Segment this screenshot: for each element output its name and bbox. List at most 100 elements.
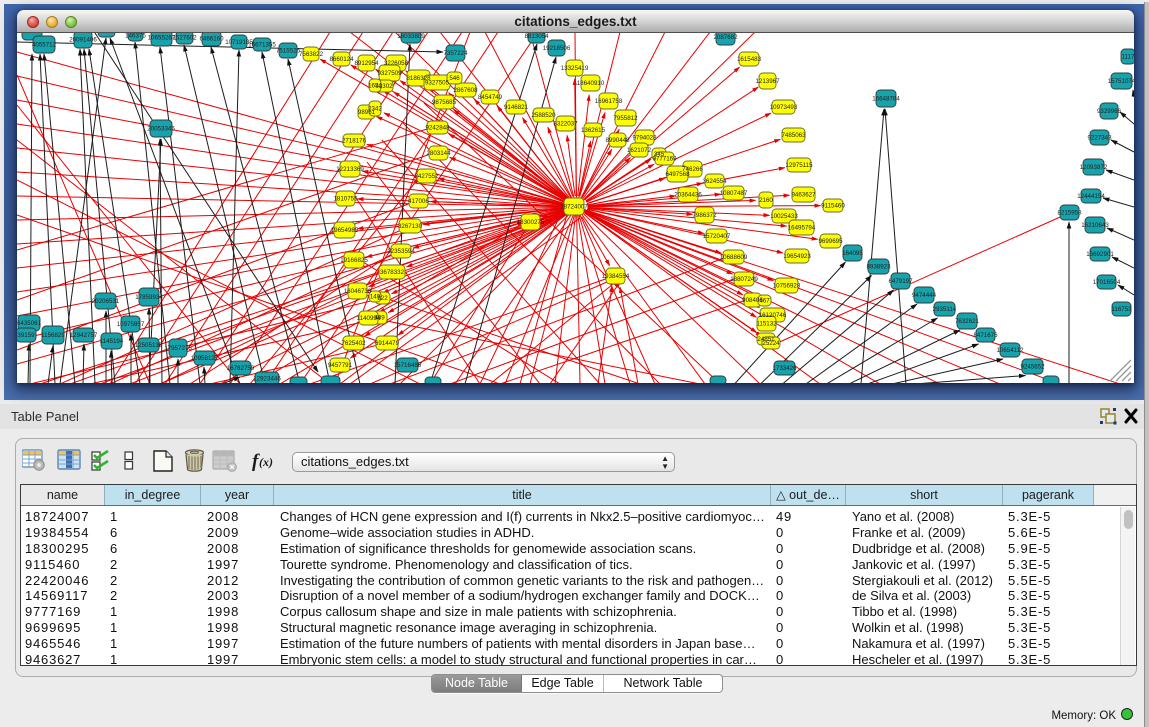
- svg-text:19218506: 19218506: [543, 45, 571, 52]
- svg-text:10756928: 10756928: [773, 283, 801, 290]
- svg-text:25224: 25224: [762, 340, 780, 347]
- svg-text:6914479: 6914479: [375, 340, 400, 347]
- svg-text:19384554: 19384554: [602, 273, 630, 280]
- svg-text:16495794: 16495794: [788, 225, 816, 232]
- svg-text:7515526: 7515526: [276, 48, 301, 55]
- svg-text:9463627: 9463627: [791, 192, 816, 199]
- svg-text:8471676: 8471676: [973, 332, 998, 339]
- svg-text:16120746: 16120746: [759, 312, 787, 319]
- svg-text:7563822: 7563822: [299, 51, 324, 58]
- svg-text:1621072: 1621072: [627, 147, 652, 154]
- svg-text:2867608: 2867608: [453, 87, 478, 94]
- svg-text:1733426: 1733426: [772, 365, 797, 372]
- svg-text:17016504: 17016504: [1093, 279, 1121, 286]
- svg-text:13325419: 13325419: [561, 65, 589, 72]
- svg-text:1654: 1654: [368, 83, 382, 90]
- svg-text:115132: 115132: [756, 321, 777, 328]
- svg-text:9777169: 9777169: [652, 156, 677, 163]
- svg-text:9245652: 9245652: [1020, 364, 1045, 371]
- svg-text:164095: 164095: [842, 250, 863, 257]
- svg-text:12975115: 12975115: [785, 162, 813, 169]
- svg-text:3226058: 3226058: [384, 60, 409, 67]
- svg-text:16033809: 16033809: [397, 33, 425, 40]
- svg-text:8454749: 8454749: [478, 94, 503, 101]
- svg-text:19654985: 19654985: [331, 227, 359, 234]
- svg-text:8427552: 8427552: [414, 173, 439, 180]
- svg-text:10958127: 10958127: [191, 355, 219, 362]
- svg-text:9457791: 9457791: [328, 362, 353, 369]
- svg-text:17859934: 17859934: [135, 294, 163, 301]
- svg-text:16961758: 16961758: [595, 98, 623, 105]
- svg-text:149: 149: [370, 294, 381, 301]
- svg-text:8215958: 8215958: [1057, 210, 1082, 217]
- svg-text:9115460: 9115460: [821, 203, 845, 210]
- svg-text:7485063: 7485063: [781, 132, 806, 139]
- svg-text:7632621: 7632621: [955, 318, 980, 325]
- svg-text:20053346: 20053346: [147, 126, 175, 133]
- svg-text:10025433: 10025433: [770, 213, 798, 220]
- svg-text:6466160: 6466160: [199, 36, 224, 43]
- svg-text:19654923: 19654923: [783, 253, 811, 260]
- svg-text:9699695: 9699695: [818, 238, 843, 245]
- svg-text:6497568: 6497568: [665, 171, 690, 178]
- svg-text:2087682: 2087682: [713, 34, 738, 41]
- svg-text:9329966: 9329966: [1097, 108, 1122, 115]
- svg-text:15716485: 15716485: [394, 362, 422, 369]
- svg-text:9875685: 9875685: [432, 99, 457, 106]
- svg-text:8912954: 8912954: [354, 60, 379, 67]
- svg-text:1362615: 1362615: [581, 127, 606, 134]
- svg-text:9327509: 9327509: [377, 70, 402, 77]
- svg-text:8990448: 8990448: [605, 137, 630, 144]
- svg-text:18807249: 18807249: [730, 276, 758, 283]
- svg-text:467: 467: [759, 298, 770, 305]
- svg-text:7625402: 7625402: [341, 340, 366, 347]
- svg-text:10654112: 10654112: [996, 347, 1024, 354]
- svg-text:10975857: 10975857: [117, 321, 145, 328]
- svg-text:(x): (x): [259, 455, 273, 469]
- svg-text:3267130: 3267130: [398, 223, 423, 230]
- svg-text:16210643: 16210643: [1081, 222, 1109, 229]
- svg-text:10688609: 10688609: [720, 254, 748, 261]
- svg-text:6435061: 6435061: [17, 320, 42, 327]
- svg-text:2803144: 2803144: [426, 150, 451, 157]
- svg-text:9474444: 9474444: [912, 292, 937, 299]
- svg-text:9227343: 9227343: [1087, 135, 1112, 142]
- svg-text:1615483: 1615483: [737, 56, 762, 63]
- svg-text:9794028: 9794028: [632, 135, 657, 142]
- svg-text:4055712: 4055712: [32, 42, 57, 49]
- svg-text:20364436: 20364436: [674, 192, 702, 199]
- svg-text:1117: 1117: [1122, 54, 1134, 61]
- svg-text:15751074: 15751074: [1108, 78, 1134, 85]
- svg-text:9146821: 9146821: [504, 104, 529, 111]
- svg-text:12353594: 12353594: [387, 248, 415, 255]
- svg-text:12942757: 12942757: [70, 332, 98, 339]
- svg-text:1527602: 1527602: [172, 35, 197, 42]
- svg-text:18724007: 18724007: [560, 204, 588, 211]
- svg-text:18300275: 18300275: [517, 219, 545, 226]
- svg-text:1810755: 1810755: [333, 196, 358, 203]
- svg-text:2718176: 2718176: [342, 138, 367, 145]
- svg-text:16671355: 16671355: [248, 42, 276, 49]
- svg-text:12444154: 12444154: [1077, 193, 1105, 200]
- svg-text:116753: 116753: [1111, 306, 1132, 313]
- svg-text:17957275: 17957275: [164, 345, 192, 352]
- svg-text:39159: 39159: [17, 332, 35, 339]
- svg-text:2588520: 2588520: [531, 112, 556, 119]
- svg-text:10807487: 10807487: [720, 190, 748, 197]
- svg-text:3624554: 3624554: [702, 178, 727, 185]
- svg-text:8322037: 8322037: [553, 121, 578, 128]
- svg-text:146375: 146375: [125, 33, 146, 40]
- svg-text:1213967: 1213967: [755, 78, 780, 85]
- svg-text:19166825: 19166825: [340, 257, 368, 264]
- svg-text:2160: 2160: [759, 197, 773, 204]
- svg-text:7955812: 7955812: [613, 115, 638, 122]
- svg-text:6479197: 6479197: [888, 278, 913, 285]
- svg-text:9242848: 9242848: [425, 125, 450, 132]
- svg-text:16782759: 16782759: [227, 365, 255, 372]
- svg-text:16648784: 16648784: [872, 96, 900, 103]
- svg-text:1145194: 1145194: [100, 338, 124, 345]
- svg-text:8938923: 8938923: [866, 264, 891, 271]
- svg-text:15720407: 15720407: [703, 233, 731, 240]
- svg-text:18640910: 18640910: [577, 80, 605, 87]
- svg-text:2342: 2342: [368, 106, 382, 113]
